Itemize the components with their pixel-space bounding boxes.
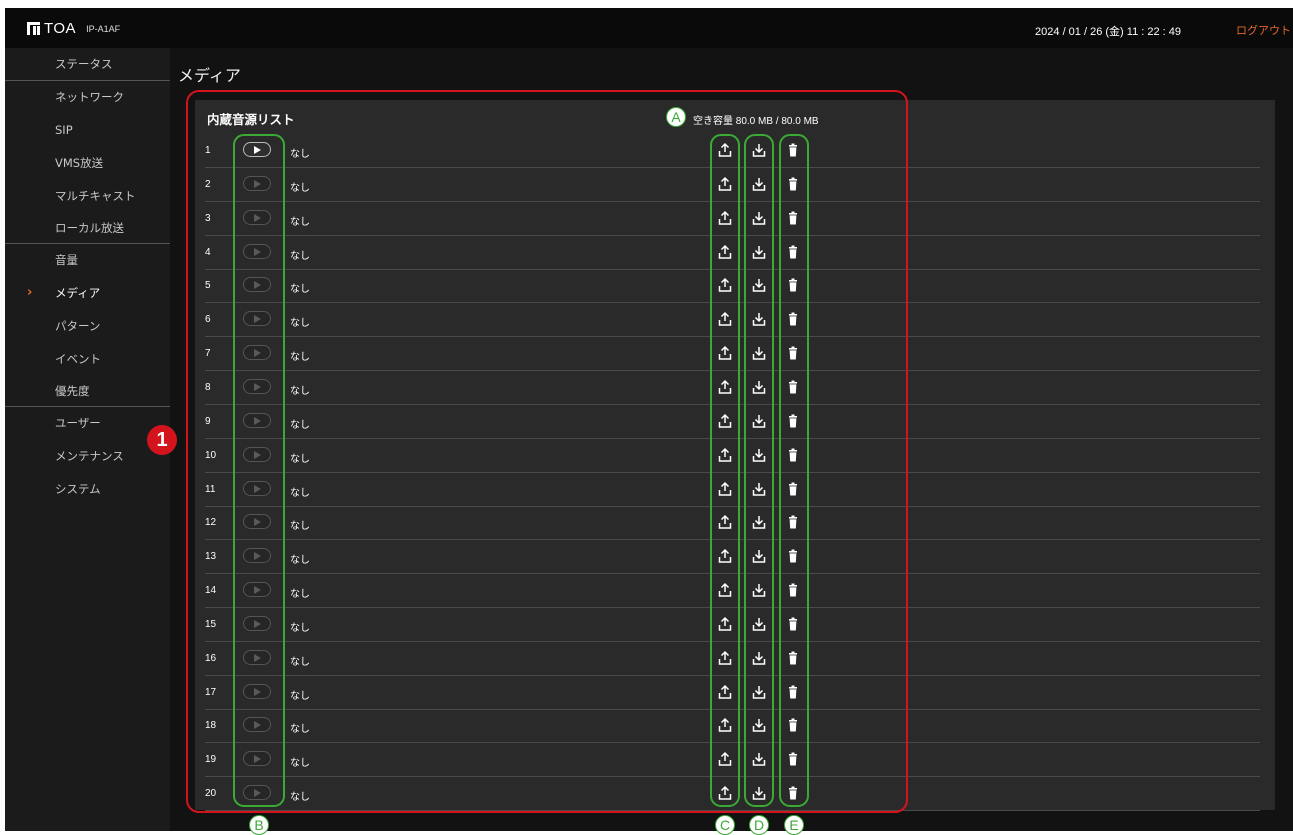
annotation-marker-a: A bbox=[666, 107, 686, 127]
sidebar-item-label: ローカル放送 bbox=[55, 221, 124, 235]
page-title: メディア bbox=[178, 66, 241, 85]
annotation-frame-d bbox=[744, 134, 774, 807]
annotation-frame-c bbox=[710, 134, 740, 807]
sidebar-item-label: 音量 bbox=[55, 253, 78, 267]
sidebar-item-local-broadcast[interactable]: ローカル放送 bbox=[5, 212, 170, 244]
sidebar-item-label: メンテナンス bbox=[55, 449, 124, 463]
brand-name: TOA bbox=[44, 20, 77, 37]
sidebar-item-priority[interactable]: 優先度 bbox=[5, 375, 170, 407]
sidebar-item-label: ユーザー bbox=[55, 416, 101, 430]
sidebar-item-network[interactable]: ネットワーク bbox=[5, 81, 170, 113]
annotation-marker-e: E bbox=[784, 815, 804, 835]
sidebar-item-pattern[interactable]: パターン bbox=[5, 310, 170, 342]
sidebar-item-media[interactable]: › メディア bbox=[5, 277, 170, 309]
sidebar-item-label: ネットワーク bbox=[55, 90, 124, 104]
sidebar-item-label: SIP bbox=[55, 123, 73, 137]
sidebar-item-status[interactable]: ステータス bbox=[5, 48, 170, 80]
model-name: IP-A1AF bbox=[86, 23, 121, 34]
sidebar-item-label: VMS放送 bbox=[55, 156, 104, 170]
annotation-marker-b: B bbox=[249, 815, 269, 835]
top-bar: TOA IP-A1AF 2024 / 01 / 26 (金) 11 : 22 :… bbox=[5, 8, 1293, 48]
sidebar-item-label: パターン bbox=[55, 319, 101, 333]
sidebar-item-multicast[interactable]: マルチキャスト bbox=[5, 180, 170, 212]
sidebar: ステータス ネットワーク SIP VMS放送 マルチキャスト ローカル放送 音量… bbox=[5, 48, 170, 831]
current-datetime: 2024 / 01 / 26 (金) 11 : 22 : 49 bbox=[1035, 26, 1181, 38]
sidebar-item-event[interactable]: イベント bbox=[5, 343, 170, 375]
logout-link[interactable]: ログアウト bbox=[1236, 22, 1291, 38]
sidebar-item-system[interactable]: システム bbox=[5, 473, 170, 505]
annotation-marker-d: D bbox=[749, 815, 769, 835]
sidebar-item-user[interactable]: ユーザー bbox=[5, 407, 170, 439]
sidebar-item-label: 優先度 bbox=[55, 384, 90, 398]
sidebar-item-label: マルチキャスト bbox=[55, 189, 136, 203]
sidebar-item-label: メディア bbox=[55, 286, 101, 300]
sidebar-item-volume[interactable]: 音量 bbox=[5, 244, 170, 276]
toa-logo-mark-icon bbox=[27, 22, 40, 35]
chevron-right-icon: › bbox=[27, 285, 33, 300]
sidebar-item-label: イベント bbox=[55, 352, 101, 366]
annotation-frame-b bbox=[233, 134, 285, 807]
annotation-frame-e bbox=[779, 134, 809, 807]
toa-logo: TOA IP-A1AF bbox=[27, 20, 120, 37]
annotation-marker-1: 1 bbox=[147, 425, 177, 455]
annotation-marker-c: C bbox=[715, 815, 735, 835]
sidebar-item-label: ステータス bbox=[55, 57, 113, 71]
sidebar-item-vms[interactable]: VMS放送 bbox=[5, 147, 170, 179]
sidebar-item-label: システム bbox=[55, 482, 101, 496]
sidebar-item-maintenance[interactable]: メンテナンス bbox=[5, 440, 170, 472]
sidebar-item-sip[interactable]: SIP bbox=[5, 114, 170, 146]
